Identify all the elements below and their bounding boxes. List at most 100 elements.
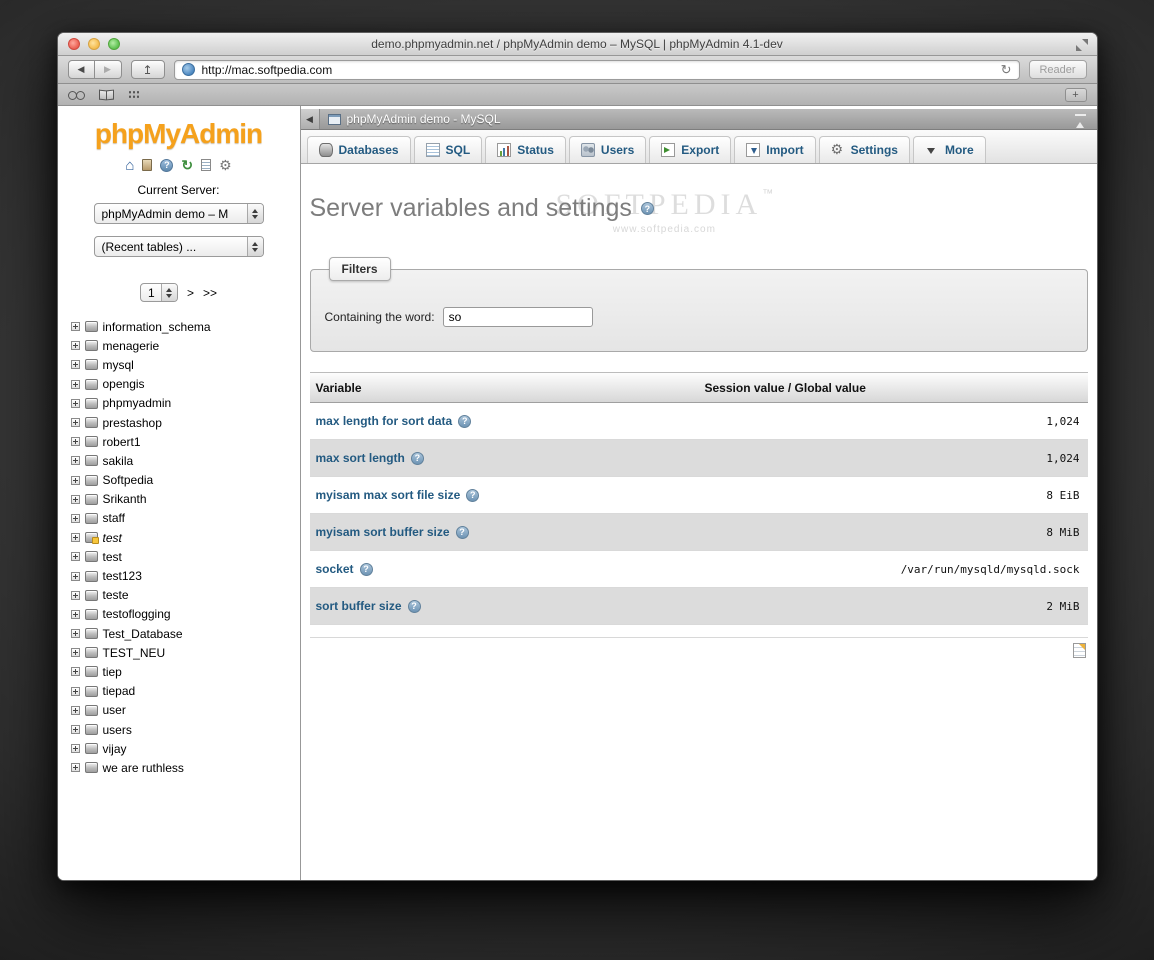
titlebar[interactable]: demo.phpmyadmin.net / phpMyAdmin demo – … <box>57 33 1097 56</box>
expand-icon[interactable] <box>70 648 80 658</box>
variable-name-link[interactable]: myisam sort buffer size <box>316 525 450 539</box>
share-button[interactable]: ↥ <box>130 60 165 79</box>
expand-icon[interactable] <box>70 533 80 543</box>
variable-name-link[interactable]: socket <box>316 562 354 576</box>
server-select[interactable]: phpMyAdmin demo – M <box>93 203 264 224</box>
expand-icon[interactable] <box>70 609 80 619</box>
url-input[interactable] <box>201 62 994 77</box>
back-button[interactable]: ◀ <box>67 60 95 79</box>
page-icon[interactable] <box>1072 643 1086 658</box>
reading-list-icon[interactable] <box>67 90 85 100</box>
docs-icon[interactable] <box>201 159 212 171</box>
database-name-link[interactable]: users <box>103 723 132 737</box>
zoom-button[interactable] <box>107 38 120 50</box>
database-name-link[interactable]: sakila <box>103 454 134 468</box>
next-page-link[interactable]: > <box>187 286 194 300</box>
database-name-link[interactable]: Softpedia <box>103 473 154 487</box>
page-number-select[interactable]: 1 <box>139 283 178 302</box>
database-name-link[interactable]: user <box>103 703 126 717</box>
new-tab-button[interactable]: + <box>1064 87 1087 102</box>
tab-import[interactable]: Import <box>734 136 816 163</box>
database-name-link[interactable]: menagerie <box>103 339 160 353</box>
database-name-link[interactable]: tiepad <box>103 684 136 698</box>
reload-icon[interactable]: ↻ <box>1001 62 1012 78</box>
database-name-link[interactable]: vijay <box>103 742 127 756</box>
expand-icon[interactable] <box>70 418 80 428</box>
database-name-link[interactable]: teste <box>103 588 129 602</box>
expand-icon[interactable] <box>70 744 80 754</box>
database-name-link[interactable]: tiep <box>103 665 122 679</box>
expand-icon[interactable] <box>70 398 80 408</box>
expand-icon[interactable] <box>70 629 80 639</box>
filter-word-input[interactable] <box>442 307 593 327</box>
database-name-link[interactable]: information_schema <box>103 320 211 334</box>
variable-name-link[interactable]: myisam max sort file size <box>316 488 461 502</box>
expand-icon[interactable] <box>70 725 80 735</box>
tab-users[interactable]: Users <box>568 136 647 163</box>
database-name-link[interactable]: phpmyadmin <box>103 396 172 410</box>
doc-help-icon[interactable] <box>407 599 421 613</box>
database-name-link[interactable]: prestashop <box>103 416 162 430</box>
database-name-link[interactable]: robert1 <box>103 435 141 449</box>
database-name-link[interactable]: we are ruthless <box>103 761 184 775</box>
doc-help-icon[interactable] <box>640 202 654 215</box>
doc-help-icon[interactable] <box>410 451 424 465</box>
scroll-top-icon[interactable] <box>1074 113 1086 128</box>
recent-tables-select[interactable]: (Recent tables) ... <box>93 236 264 257</box>
tab-status[interactable]: Status <box>485 136 566 163</box>
database-name-link[interactable]: mysql <box>103 358 134 372</box>
database-name-link[interactable]: opengis <box>103 377 145 391</box>
database-name-link[interactable]: test <box>103 531 122 545</box>
expand-icon[interactable] <box>70 322 80 332</box>
database-name-link[interactable]: TEST_NEU <box>103 646 166 660</box>
tab-sql[interactable]: SQL <box>413 136 483 163</box>
bookmarks-book-icon[interactable] <box>98 89 114 100</box>
help-icon[interactable] <box>160 158 174 172</box>
expand-icon[interactable] <box>70 456 80 466</box>
collapse-sidebar-button[interactable]: ◀ <box>300 109 320 129</box>
expand-icon[interactable] <box>70 379 80 389</box>
fullscreen-icon[interactable] <box>1075 39 1088 51</box>
database-name-link[interactable]: staff <box>103 511 125 525</box>
expand-icon[interactable] <box>70 360 80 370</box>
doc-help-icon[interactable] <box>359 562 373 576</box>
expand-icon[interactable] <box>70 475 80 485</box>
expand-icon[interactable] <box>70 571 80 581</box>
database-name-link[interactable]: Test_Database <box>103 627 183 641</box>
expand-icon[interactable] <box>70 494 80 504</box>
database-name-link[interactable]: Srikanth <box>103 492 147 506</box>
variable-name-link[interactable]: sort buffer size <box>316 599 402 613</box>
settings-wrench-icon[interactable]: ⚙ <box>219 157 232 174</box>
doc-help-icon[interactable] <box>458 414 472 428</box>
database-name-link[interactable]: test123 <box>103 569 142 583</box>
expand-icon[interactable] <box>70 705 80 715</box>
database-name-link[interactable]: testoflogging <box>103 607 171 621</box>
expand-icon[interactable] <box>70 437 80 447</box>
refresh-icon[interactable]: ↻ <box>181 157 193 174</box>
expand-icon[interactable] <box>70 667 80 677</box>
last-page-link[interactable]: >> <box>203 286 217 300</box>
tab-export[interactable]: Export <box>649 136 732 163</box>
address-bar[interactable]: ↻ <box>173 59 1020 80</box>
database-name-link[interactable]: test <box>103 550 122 564</box>
variable-name-link[interactable]: max sort length <box>316 451 405 465</box>
expand-icon[interactable] <box>70 763 80 773</box>
forward-button[interactable]: ▶ <box>94 60 122 79</box>
tab-more[interactable]: More <box>912 136 986 163</box>
logout-icon[interactable] <box>142 159 153 171</box>
variable-name-link[interactable]: max length for sort data <box>316 414 453 428</box>
doc-help-icon[interactable] <box>466 488 480 502</box>
top-sites-grid-icon[interactable] <box>127 90 141 99</box>
minimize-button[interactable] <box>87 38 100 50</box>
doc-help-icon[interactable] <box>455 525 469 539</box>
reader-button[interactable]: Reader <box>1028 60 1087 79</box>
expand-icon[interactable] <box>70 513 80 523</box>
expand-icon[interactable] <box>70 590 80 600</box>
expand-icon[interactable] <box>70 686 80 696</box>
expand-icon[interactable] <box>70 341 80 351</box>
tab-settings[interactable]: Settings <box>818 136 910 163</box>
tab-databases[interactable]: Databases <box>306 136 411 163</box>
home-icon[interactable]: ⌂ <box>125 157 134 174</box>
close-button[interactable] <box>67 38 80 50</box>
expand-icon[interactable] <box>70 552 80 562</box>
